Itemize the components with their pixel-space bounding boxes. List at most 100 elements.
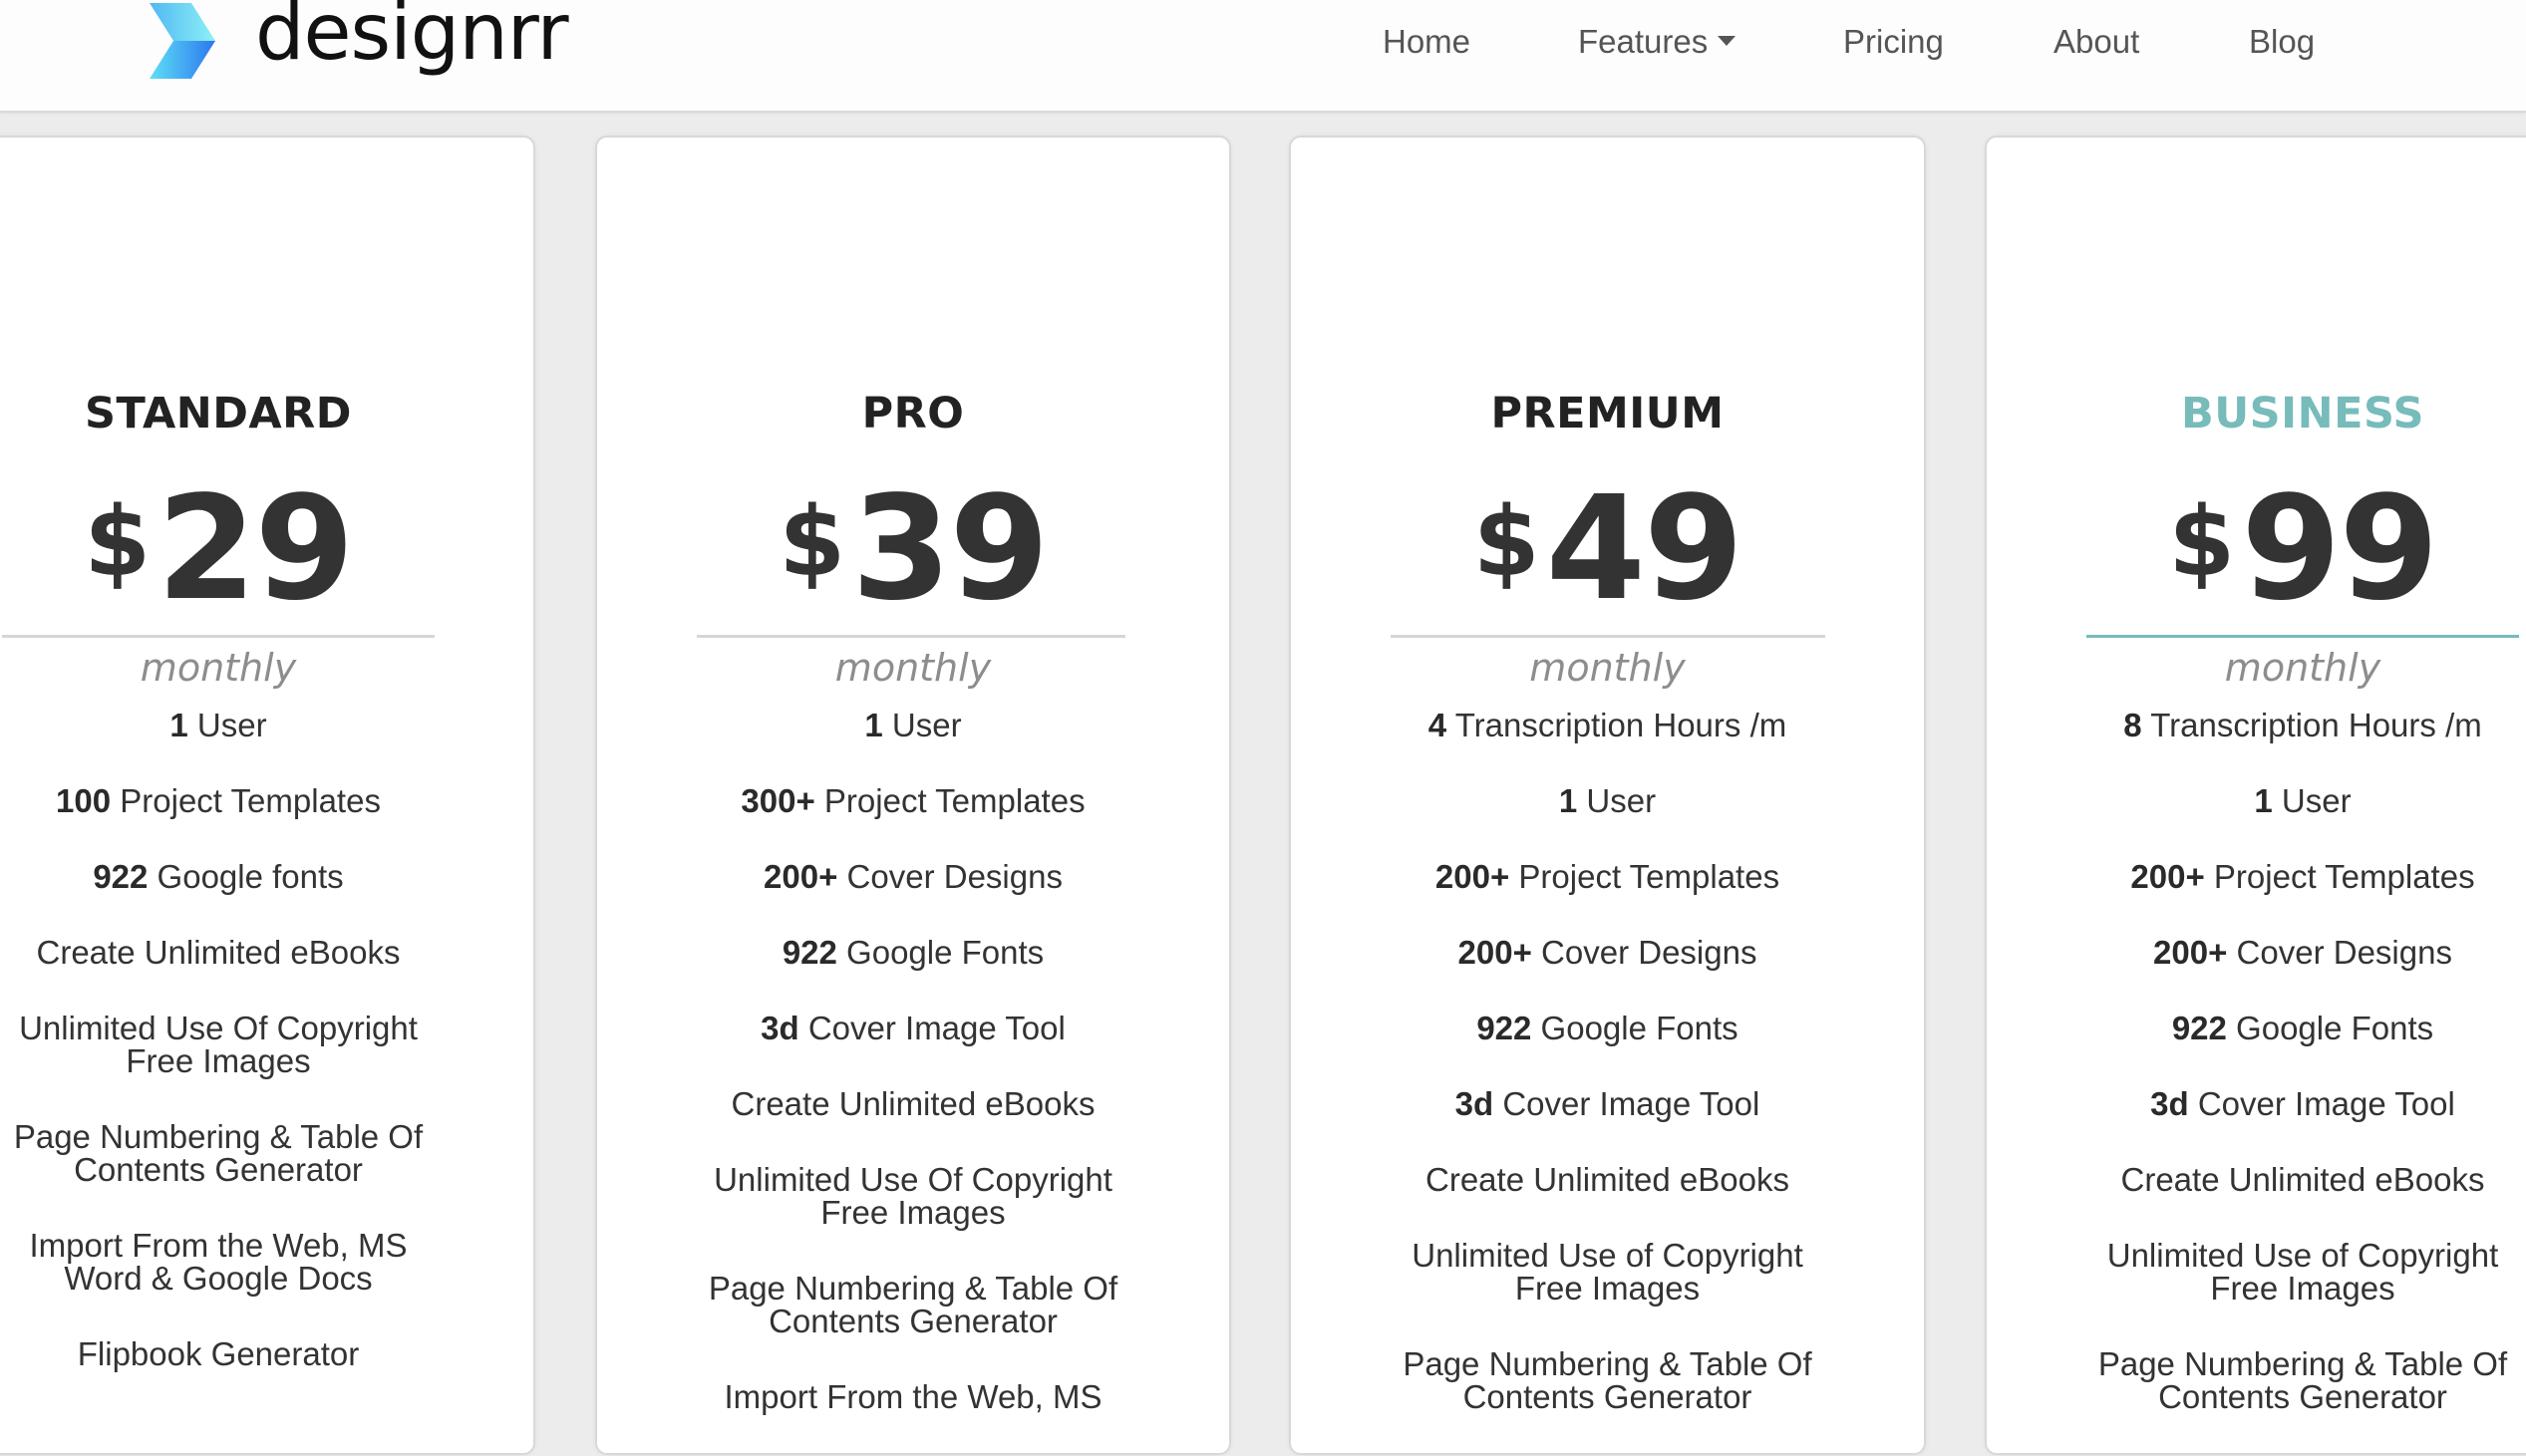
plan-price: $49 bbox=[1291, 476, 1924, 620]
price-amount: 29 bbox=[157, 464, 354, 632]
nav-features-label: Features bbox=[1578, 23, 1709, 60]
feature-item: 200+ Cover Designs bbox=[1291, 936, 1924, 969]
feature-text: Project Templates bbox=[1509, 858, 1780, 895]
plan-card-business[interactable]: BUSINESS $99 monthly 8 Transcription Hours … bbox=[1985, 136, 2526, 1455]
plan-price: $99 bbox=[1987, 476, 2526, 620]
currency-symbol: $ bbox=[1472, 486, 1540, 598]
plan-name: PRO bbox=[861, 389, 965, 438]
feature-text: Page Numbering & Table Of bbox=[2097, 1345, 2508, 1382]
feature-item: Import From the Web, MS bbox=[597, 1380, 1229, 1413]
nav-pricing[interactable]: Pricing bbox=[1843, 12, 1944, 72]
feature-item: 922 Google Fonts bbox=[1291, 1012, 1924, 1044]
feature-text-line2: Contents Generator bbox=[769, 1303, 1058, 1339]
feature-item: 200+ Cover Designs bbox=[597, 860, 1229, 893]
feature-text-line2: Contents Generator bbox=[74, 1151, 363, 1188]
feature-text: Cover Image Tool bbox=[2188, 1085, 2455, 1122]
brand-logo[interactable]: designrr bbox=[150, 0, 569, 82]
feature-text: Unlimited Use of Copyright bbox=[1412, 1237, 1803, 1274]
plan-card-premium[interactable]: PREMIUM $49 monthly 4 Transcription Hours /… bbox=[1289, 136, 1926, 1455]
price-amount: 99 bbox=[2241, 464, 2438, 632]
feature-text: Flipbook Generator bbox=[77, 1335, 360, 1372]
feature-text-line2: Free Images bbox=[1514, 1270, 1701, 1307]
feature-item: Create Unlimited eBooks bbox=[1291, 1163, 1924, 1196]
feature-quantity: 300+ bbox=[741, 782, 815, 819]
feature-text: Google Fonts bbox=[1531, 1010, 1738, 1046]
feature-quantity: 100 bbox=[56, 782, 112, 819]
feature-text: User bbox=[2272, 782, 2352, 819]
feature-text: Create Unlimited eBooks bbox=[1425, 1161, 1789, 1198]
feature-quantity: 200+ bbox=[764, 858, 838, 895]
feature-item: 1 User bbox=[2, 709, 435, 741]
site-header: designrr Home Features Pricing About Blo… bbox=[0, 0, 2526, 113]
plan-divider bbox=[2086, 635, 2519, 638]
feature-text: Unlimited Use Of Copyright bbox=[19, 1010, 418, 1046]
billing-period: monthly bbox=[1529, 646, 1686, 690]
feature-quantity: 3d bbox=[2150, 1085, 2189, 1122]
feature-item: 1 User bbox=[1291, 784, 1924, 817]
caret-down-icon bbox=[1718, 36, 1737, 47]
plan-price: $29 bbox=[2, 476, 435, 620]
feature-text: Import From the Web, MS bbox=[724, 1378, 1103, 1415]
feature-text: Create Unlimited eBooks bbox=[731, 1085, 1096, 1122]
billing-period: monthly bbox=[2224, 646, 2381, 690]
feature-item: Unlimited Use of Copyright Free Images bbox=[1291, 1239, 1924, 1305]
designrr-logo-icon bbox=[150, 3, 215, 79]
feature-text: Cover Image Tool bbox=[1493, 1085, 1760, 1122]
feature-text: Cover Designs bbox=[1531, 934, 1757, 971]
feature-item: 100 Project Templates bbox=[2, 784, 435, 817]
feature-quantity: 1 bbox=[2254, 782, 2273, 819]
feature-item: Page Numbering & Table Of Contents Genera… bbox=[1987, 1347, 2526, 1413]
feature-item: Unlimited Use of Copyright Free Images bbox=[1987, 1239, 2526, 1305]
plan-divider bbox=[1391, 635, 1825, 638]
nav-blog[interactable]: Blog bbox=[2249, 12, 2315, 72]
plan-divider bbox=[697, 635, 1125, 638]
feature-text: Unlimited Use of Copyright bbox=[2106, 1237, 2499, 1274]
feature-text: Create Unlimited eBooks bbox=[36, 934, 401, 971]
feature-text-line2: Free Images bbox=[820, 1194, 1006, 1231]
feature-item: 1 User bbox=[1987, 784, 2526, 817]
feature-quantity: 200+ bbox=[1457, 934, 1532, 971]
nav-about[interactable]: About bbox=[2053, 12, 2139, 72]
feature-item: 300+ Project Templates bbox=[597, 784, 1229, 817]
feature-quantity: 3d bbox=[761, 1010, 799, 1046]
nav-home[interactable]: Home bbox=[1383, 12, 1470, 72]
feature-text: Cover Image Tool bbox=[798, 1010, 1066, 1046]
feature-text: Transcription Hours /m bbox=[1446, 707, 1787, 743]
feature-item: Page Numbering & Table Of Contents Genera… bbox=[2, 1120, 435, 1186]
feature-item: 922 Google Fonts bbox=[1987, 1012, 2526, 1044]
feature-quantity: 3d bbox=[1454, 1085, 1494, 1122]
feature-item: Page Numbering & Table Of Contents Genera… bbox=[1291, 1347, 1924, 1413]
feature-quantity: 922 bbox=[1476, 1010, 1532, 1046]
currency-symbol: $ bbox=[84, 486, 152, 598]
feature-quantity: 1 bbox=[1558, 782, 1578, 819]
plan-card-standard[interactable]: STANDARD $29 monthly 1 User 100 Project Temp… bbox=[0, 136, 535, 1455]
feature-quantity: 8 bbox=[2123, 707, 2142, 743]
plan-name: PREMIUM bbox=[1490, 389, 1725, 438]
plan-card-pro[interactable]: PRO $39 monthly 1 User 300+ Project Template… bbox=[595, 136, 1231, 1455]
feature-item: 1 User bbox=[597, 709, 1229, 741]
feature-text: Project Templates bbox=[814, 782, 1086, 819]
feature-text: Project Templates bbox=[2204, 858, 2475, 895]
feature-text: User bbox=[187, 707, 267, 743]
feature-quantity: 1 bbox=[169, 707, 188, 743]
feature-text: Project Templates bbox=[111, 782, 381, 819]
feature-text: Cover Designs bbox=[2227, 934, 2452, 971]
price-amount: 49 bbox=[1545, 464, 1743, 632]
feature-text-line2: Free Images bbox=[126, 1042, 311, 1079]
currency-symbol: $ bbox=[779, 486, 846, 598]
feature-item: 8 Transcription Hours /m bbox=[1987, 709, 2526, 741]
nav-features[interactable]: Features bbox=[1578, 12, 1737, 72]
feature-text: Page Numbering & Table Of bbox=[1403, 1345, 1812, 1382]
plan-divider bbox=[2, 635, 435, 638]
feature-item: Create Unlimited eBooks bbox=[597, 1087, 1229, 1120]
billing-period: monthly bbox=[834, 646, 992, 690]
feature-text: Transcription Hours /m bbox=[2141, 707, 2482, 743]
price-amount: 39 bbox=[851, 464, 1049, 632]
feature-text: Create Unlimited eBooks bbox=[2120, 1161, 2485, 1198]
feature-quantity: 200+ bbox=[2130, 858, 2205, 895]
feature-text: Cover Designs bbox=[837, 858, 1063, 895]
feature-item: 3d Cover Image Tool bbox=[1291, 1087, 1924, 1120]
feature-text: Import From the Web, MS bbox=[29, 1227, 408, 1264]
plan-name: STANDARD bbox=[84, 389, 352, 438]
feature-list: 8 Transcription Hours /m 1 User 200+ Proje… bbox=[1987, 709, 2526, 1456]
